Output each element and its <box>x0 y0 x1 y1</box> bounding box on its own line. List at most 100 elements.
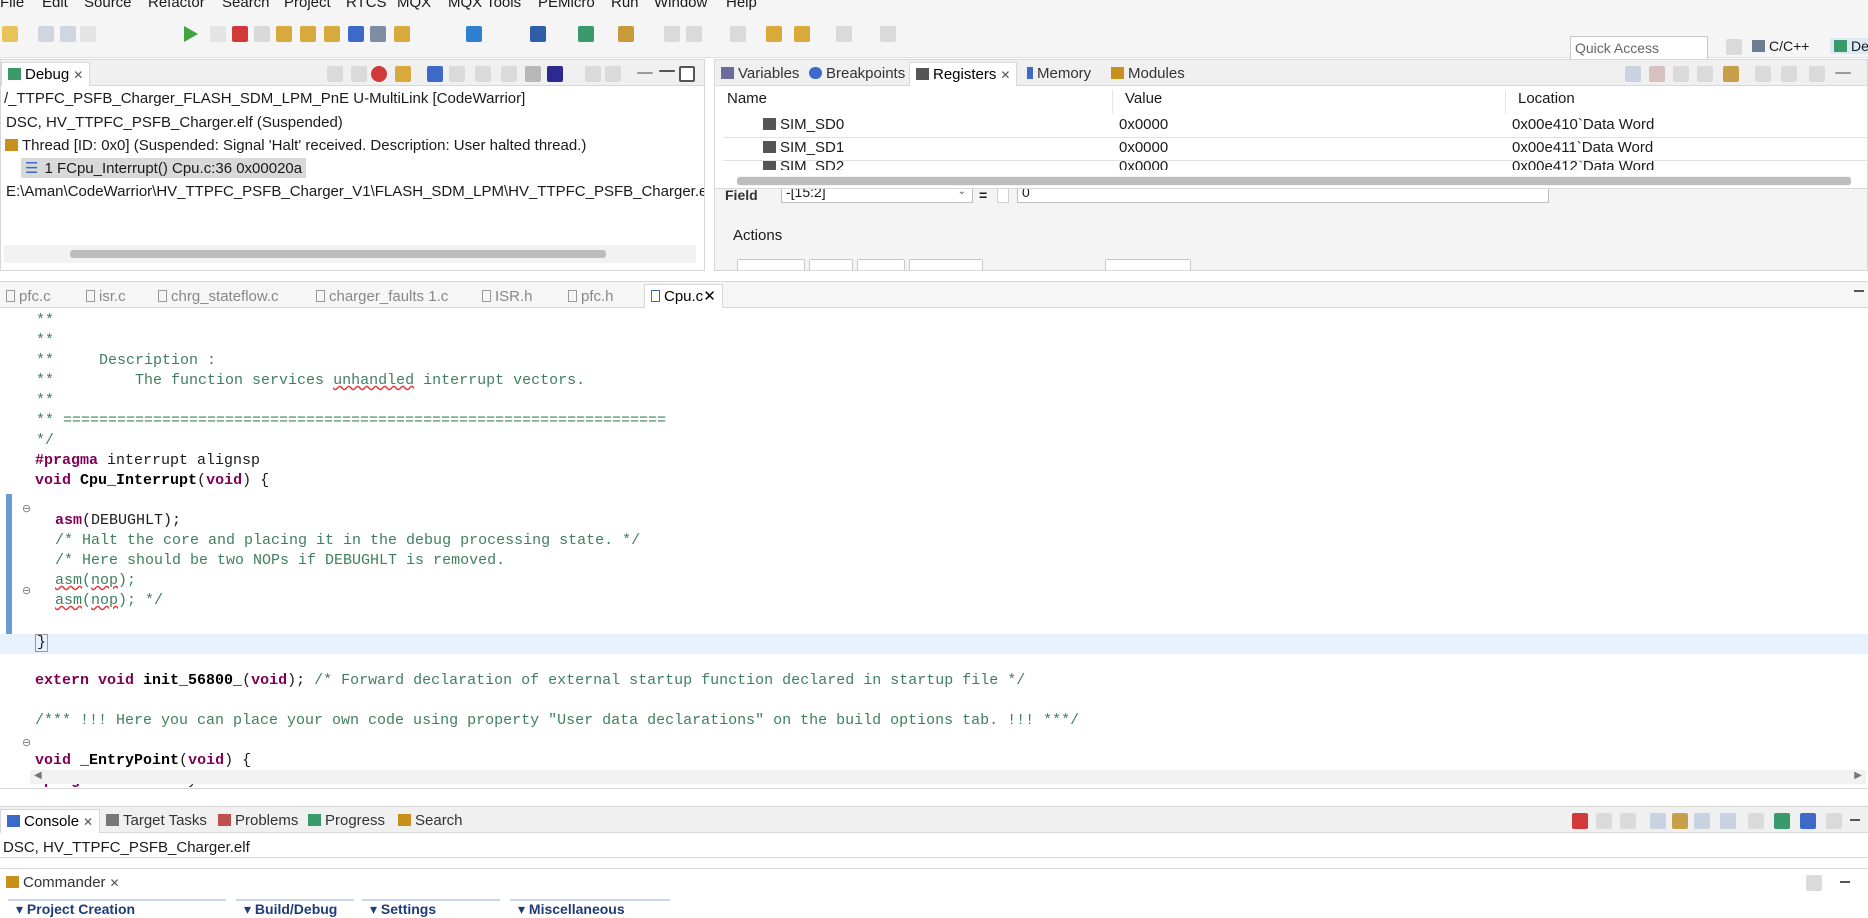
show-on-output-icon[interactable] <box>1694 813 1710 829</box>
step-icon-3[interactable] <box>501 66 517 82</box>
table-row[interactable]: SIM_SD1 <box>759 139 844 161</box>
fold-icon[interactable]: ⊖ <box>22 736 31 749</box>
new-view-icon[interactable] <box>1809 66 1825 82</box>
tab-debug[interactable]: Debug ✕ <box>1 62 91 86</box>
terminate-icon[interactable] <box>1572 813 1588 829</box>
minimize-icon[interactable] <box>1854 290 1864 292</box>
menu-search[interactable]: Search <box>222 0 270 11</box>
collapse-all-icon[interactable] <box>1625 66 1641 82</box>
debug-elf-path-line[interactable]: E:\Aman\CodeWarrior\HV_TTPFC_PSFB_Charge… <box>6 183 704 200</box>
save-icon[interactable] <box>38 26 54 42</box>
menu-rtcs[interactable]: RTCS <box>346 0 387 11</box>
menu-pemicro[interactable]: PEMicro <box>538 0 595 11</box>
show-on-error-icon[interactable] <box>1720 813 1736 829</box>
remove-launch-icon[interactable] <box>1596 813 1612 829</box>
perspective-cpp[interactable]: C/C++ <box>1752 38 1809 54</box>
menu-window[interactable]: Window <box>654 0 707 11</box>
remove-all-icon[interactable] <box>1620 813 1636 829</box>
action-button[interactable] <box>737 259 805 270</box>
close-x-icon[interactable] <box>1697 66 1713 82</box>
column-location[interactable]: Location <box>1506 90 1867 114</box>
debug-thread-line[interactable]: Thread [ID: 0x0] (Suspended: Signal 'Hal… <box>5 137 586 154</box>
expand-icon[interactable] <box>1673 66 1689 82</box>
commander-group-miscellaneous[interactable]: ▾ Miscellaneous <box>510 899 670 918</box>
binary-icon-2[interactable] <box>1781 66 1797 82</box>
tab-commander[interactable]: Commander ✕ <box>0 871 126 895</box>
last-edit-icon[interactable] <box>766 26 782 42</box>
forward-icon[interactable] <box>836 26 852 42</box>
close-icon[interactable]: ✕ <box>73 68 83 82</box>
tab-variables[interactable]: Variables <box>715 62 805 86</box>
register-value[interactable]: 0x0000 <box>1115 116 1168 138</box>
menu-project[interactable]: Project <box>284 0 331 11</box>
tab-memory[interactable]: Memory <box>1021 62 1097 86</box>
step-into-icon[interactable] <box>276 26 292 42</box>
registers-h-scroll-thumb[interactable] <box>737 177 1851 185</box>
binary-icon[interactable] <box>1755 66 1771 82</box>
remove-icon[interactable] <box>1649 66 1665 82</box>
display-console-icon[interactable] <box>1774 813 1790 829</box>
toggle-mark-icon[interactable] <box>664 26 680 42</box>
terminate-icon[interactable] <box>232 26 248 42</box>
tab-chrg-stateflow-c[interactable]: chrg_stateflow.c <box>158 288 279 305</box>
remove-all-icon[interactable] <box>351 66 367 82</box>
stop-icon[interactable] <box>371 66 387 82</box>
remove-terminated-icon[interactable] <box>327 66 343 82</box>
step-filter-icon[interactable] <box>427 66 443 82</box>
scroll-left-icon[interactable]: ◀ <box>34 770 42 781</box>
relaunch-icon[interactable] <box>395 66 411 82</box>
editor-h-scrollbar[interactable]: ◀ ▶ <box>30 770 1866 784</box>
menu-source[interactable]: Source <box>84 0 132 11</box>
register-value[interactable]: 0x0000 <box>1115 161 1168 170</box>
close-icon[interactable]: ✕ <box>83 815 93 829</box>
field-select[interactable]: -[15:2] ⌄ <box>781 189 973 203</box>
restart-icon[interactable] <box>394 26 410 42</box>
action-button[interactable] <box>809 259 853 270</box>
view-menu-icon[interactable] <box>1835 72 1851 74</box>
step-over-icon[interactable] <box>300 26 316 42</box>
quick-access-input[interactable]: Quick Access <box>1570 36 1708 60</box>
external-tools-icon[interactable] <box>618 26 634 42</box>
menu-edit[interactable]: Edit <box>42 0 68 11</box>
collapse-icon[interactable] <box>585 66 601 82</box>
table-row[interactable]: SIM_SD0 <box>759 116 844 138</box>
debug-tools-icon[interactable] <box>530 26 546 42</box>
close-icon[interactable]: ✕ <box>110 876 120 890</box>
fold-icon[interactable]: ⊖ <box>22 502 31 515</box>
debug-stack-frame[interactable]: ☰ 1 FCpu_Interrupt() Cpu.c:36 0x00020a <box>21 158 307 178</box>
tab-target-tasks[interactable]: Target Tasks <box>100 809 213 833</box>
scroll-lock-icon[interactable] <box>1672 813 1688 829</box>
tab-breakpoints[interactable]: Breakpoints <box>803 62 911 86</box>
resume-icon[interactable] <box>184 26 198 42</box>
tab-problems[interactable]: Problems <box>212 809 304 833</box>
tab-cpu-c[interactable]: Cpu.c✕ <box>644 284 723 308</box>
menu-run[interactable]: Run <box>611 0 639 11</box>
tab-registers[interactable]: Registers ✕ <box>909 62 1018 86</box>
tab-search[interactable]: Search <box>392 809 469 833</box>
annotation-next-icon[interactable] <box>686 26 702 42</box>
commander-group-project-creation[interactable]: ▾ Project Creation <box>8 899 226 918</box>
suspend-icon[interactable] <box>210 26 226 42</box>
debug-target-line[interactable]: DSC, HV_TTPFC_PSFB_Charger.elf (Suspende… <box>6 114 343 131</box>
action-button[interactable] <box>1105 259 1191 270</box>
minimize-icon[interactable] <box>659 70 675 72</box>
pin-console-icon[interactable] <box>1748 813 1764 829</box>
commander-group-settings[interactable]: ▾ Settings <box>362 899 500 918</box>
step-icon-2[interactable] <box>475 66 491 82</box>
view-menu-icon[interactable] <box>1826 813 1842 829</box>
back-icon[interactable] <box>794 26 810 42</box>
registers-h-scrollbar[interactable] <box>737 176 1851 186</box>
pin-editor-icon[interactable] <box>880 26 896 42</box>
menu-help[interactable]: Help <box>726 0 757 11</box>
menu-file[interactable]: File <box>0 0 24 11</box>
tab-charger-faults-c[interactable]: charger_faults 1.c <box>316 288 448 305</box>
fold-icon[interactable]: ⊖ <box>22 584 31 597</box>
scroll-right-icon[interactable]: ▶ <box>1854 770 1862 781</box>
maximize-icon[interactable] <box>679 66 695 82</box>
debug-h-scroll-thumb[interactable] <box>70 250 606 258</box>
commander-group-build-debug[interactable]: ▾ Build/Debug <box>236 899 354 918</box>
view-menu-icon[interactable] <box>637 72 653 74</box>
menu-mqx[interactable]: MQX <box>397 0 431 11</box>
clear-console-icon[interactable] <box>1650 813 1666 829</box>
field-value-input[interactable]: 0 <box>1017 189 1549 203</box>
